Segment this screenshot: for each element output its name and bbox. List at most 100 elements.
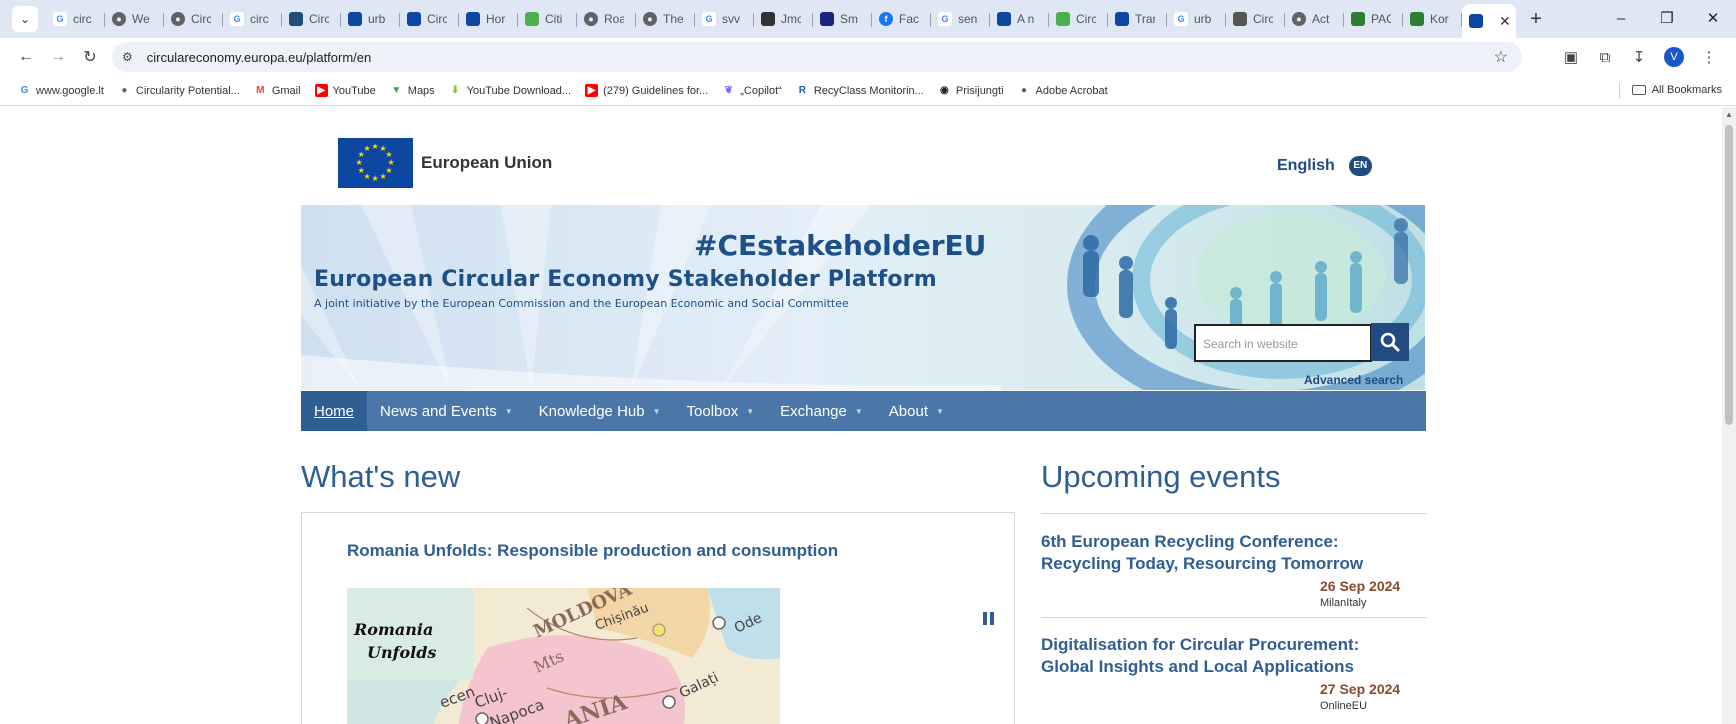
reload-icon[interactable]: ↻ xyxy=(74,47,106,67)
bookmark-item[interactable]: ◉ Prisijungti xyxy=(938,84,1004,97)
advanced-search-link[interactable]: Advanced search xyxy=(1304,373,1403,387)
news-item-image[interactable]: Romania Unfolds MOLDOVA Chișinău Mts Clu… xyxy=(347,588,780,724)
site-icon xyxy=(1351,12,1365,26)
browser-tab[interactable]: Citi xyxy=(518,4,577,34)
site-icon xyxy=(761,12,775,26)
browser-tab[interactable]: ● Roa xyxy=(577,4,636,34)
close-window-icon[interactable]: ✕ xyxy=(1690,0,1736,38)
restore-icon[interactable]: ❐ xyxy=(1644,0,1690,38)
browser-tab[interactable]: Gcirc xyxy=(46,4,105,34)
profile-avatar[interactable]: V xyxy=(1664,47,1684,67)
browser-menu-icon[interactable]: ⋮ xyxy=(1692,48,1726,66)
tab-title: sen xyxy=(958,12,978,26)
browser-tab[interactable]: Circ xyxy=(1226,4,1285,34)
nav-item-news-and-events[interactable]: News and Events ▼ xyxy=(367,391,526,431)
upcoming-events-heading: Upcoming events xyxy=(1041,459,1281,494)
browser-tab[interactable]: Gsvv xyxy=(695,4,754,34)
news-item-title[interactable]: Romania Unfolds: Responsible production … xyxy=(347,541,838,561)
browser-tab[interactable]: Hor xyxy=(459,4,518,34)
browser-tab[interactable]: f Fac xyxy=(872,4,931,34)
globe-icon: ● xyxy=(171,12,185,26)
search-icon xyxy=(1380,332,1400,352)
close-tab-icon[interactable]: ✕ xyxy=(1499,13,1511,30)
page-scrollbar[interactable]: ▲ xyxy=(1722,107,1736,724)
browser-tab[interactable]: Gcirc xyxy=(223,4,282,34)
active-browser-tab[interactable]: ✕ xyxy=(1462,4,1516,38)
bookmark-item[interactable]: ● Circularity Potential... xyxy=(118,84,240,97)
browser-tab[interactable]: ● We xyxy=(105,4,164,34)
browser-tab[interactable]: Trar xyxy=(1108,4,1167,34)
all-bookmarks-button[interactable]: All Bookmarks xyxy=(1631,84,1722,96)
nav-item-about[interactable]: About ▼ xyxy=(876,391,957,431)
bookmark-item[interactable]: ▶ YouTube xyxy=(314,84,376,97)
browser-tab[interactable]: Kor xyxy=(1403,4,1462,34)
browser-tab[interactable]: Gurb xyxy=(1167,4,1226,34)
google-icon: G xyxy=(20,85,29,96)
minimize-icon[interactable]: – xyxy=(1598,0,1644,38)
platform-title[interactable]: European Circular Economy Stakeholder Pl… xyxy=(314,267,937,292)
bookmark-item[interactable]: ⬇ YouTube Download... xyxy=(449,84,571,97)
chevron-down-icon: ⌄ xyxy=(19,12,31,26)
event-title-line[interactable]: Digitalisation for Circular Procurement: xyxy=(1041,634,1427,656)
address-bar[interactable]: ⚙ circulareconomy.europa.eu/platform/en … xyxy=(112,42,1522,72)
globe-icon: ● xyxy=(121,85,128,96)
bookmark-item[interactable]: ▶ (279) Guidelines for... xyxy=(585,84,708,97)
tab-title: PAC xyxy=(1371,12,1391,26)
event-title-line[interactable]: 6th European Recycling Conference: xyxy=(1041,531,1427,553)
event-title-line[interactable]: Recycling Today, Resourcing Tomorrow xyxy=(1041,553,1427,575)
site-search-button[interactable] xyxy=(1371,323,1409,361)
nav-item-home[interactable]: Home xyxy=(301,391,368,431)
puzzle-extensions-icon[interactable]: ⧉ xyxy=(1588,49,1622,66)
new-tab-button[interactable]: + xyxy=(1522,8,1550,31)
back-arrow-icon[interactable]: ← xyxy=(10,48,42,66)
browser-tab[interactable]: ● Act xyxy=(1285,4,1344,34)
bookmark-label: Circularity Potential... xyxy=(135,84,240,97)
bookmark-item[interactable]: M Gmail xyxy=(254,84,300,97)
bookmark-item[interactable]: ❦ „Copilot“ xyxy=(722,84,782,97)
nav-item-knowledge-hub[interactable]: Knowledge Hub ▼ xyxy=(526,391,674,431)
browser-tab[interactable]: Circ xyxy=(282,4,341,34)
browser-tab[interactable]: Jmc xyxy=(754,4,813,34)
tab-title: Act xyxy=(1312,12,1330,26)
scroll-up-arrow-icon[interactable]: ▲ xyxy=(1725,110,1733,119)
browser-tab[interactable]: PAC xyxy=(1344,4,1403,34)
event-title-line[interactable]: Global Insights and Local Applications xyxy=(1041,656,1427,678)
tab-title: Fac xyxy=(899,12,919,26)
site-settings-icon[interactable]: ⚙ xyxy=(122,50,133,64)
eu-logo[interactable]: ★ ★ ★ ★ ★ ★ ★ ★ ★ ★ ★ ★ European Union xyxy=(338,138,552,188)
event-item[interactable]: Digitalisation for Circular Procurement:… xyxy=(1041,634,1427,712)
language-selector[interactable]: English EN xyxy=(1277,156,1372,176)
event-item[interactable]: 6th European Recycling Conference: Recyc… xyxy=(1041,531,1427,618)
bookmark-item[interactable]: R RecyClass Monitorin... xyxy=(796,84,924,97)
site-search-input[interactable]: Search in website xyxy=(1194,324,1372,362)
tab-title: circ xyxy=(73,12,92,26)
folder-icon xyxy=(1631,85,1646,95)
carousel-pause-button[interactable] xyxy=(983,612,997,625)
browser-tab[interactable]: ● Circ xyxy=(164,4,223,34)
browser-tab[interactable]: Circ xyxy=(400,4,459,34)
url-text[interactable]: circulareconomy.europa.eu/platform/en xyxy=(147,50,372,65)
nav-item-label: Exchange xyxy=(780,402,847,420)
bookmark-item[interactable]: Gwww.google.lt xyxy=(18,84,104,97)
tab-title: Roa xyxy=(604,12,624,26)
scrollbar-thumb[interactable] xyxy=(1725,125,1733,425)
browser-tab[interactable]: Circ xyxy=(1049,4,1108,34)
download-icon[interactable]: ↧ xyxy=(1622,48,1656,66)
bookmark-label: „Copilot“ xyxy=(740,84,782,97)
nav-item-toolbox[interactable]: Toolbox ▼ xyxy=(674,391,768,431)
all-bookmarks-label: All Bookmarks xyxy=(1651,84,1722,96)
nav-item-exchange[interactable]: Exchange ▼ xyxy=(767,391,876,431)
forward-arrow-icon[interactable]: → xyxy=(42,48,74,66)
tab-search-button[interactable]: ⌄ xyxy=(12,6,38,32)
browser-tab[interactable]: urb xyxy=(341,4,400,34)
browser-tab[interactable]: Sm xyxy=(813,4,872,34)
tab-title: Circ xyxy=(427,12,447,26)
extension-icon[interactable]: ▣ xyxy=(1554,48,1588,66)
browser-tab[interactable]: Gsen xyxy=(931,4,990,34)
bookmark-item[interactable]: ● Adobe Acrobat xyxy=(1018,84,1108,97)
bookmark-item[interactable]: ▼ Maps xyxy=(390,84,434,97)
browser-tab[interactable]: ● The xyxy=(636,4,695,34)
bookmark-star-icon[interactable]: ☆ xyxy=(1494,47,1508,67)
browser-tab[interactable]: A n xyxy=(990,4,1049,34)
browser-tabstrip: ⌄ Gcirc ● We ● Circ Gcirc Circ urb Circ Hor Citi ● R… xyxy=(0,0,1736,38)
